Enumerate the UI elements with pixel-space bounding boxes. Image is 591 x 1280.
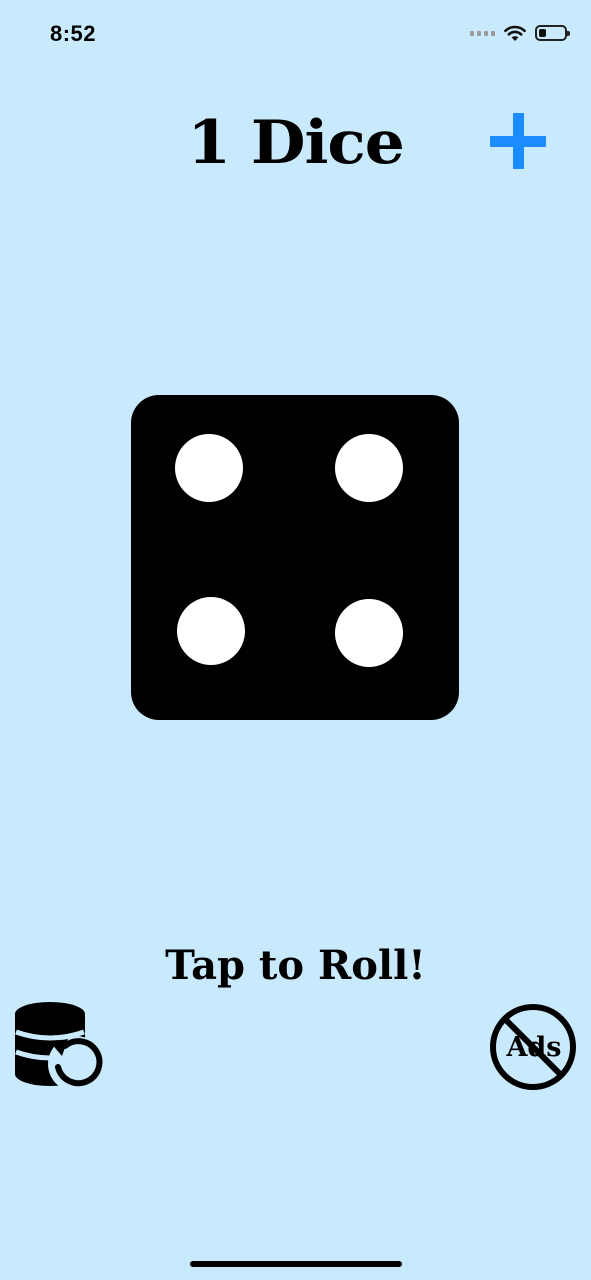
status-bar: 8:52 bbox=[0, 0, 591, 72]
remove-ads-button[interactable]: Ads bbox=[488, 1002, 578, 1092]
wifi-icon bbox=[504, 25, 526, 41]
no-ads-icon: Ads bbox=[490, 1004, 576, 1090]
die-pip bbox=[335, 434, 403, 502]
die-pip bbox=[335, 599, 403, 667]
die[interactable] bbox=[131, 395, 459, 720]
die-pip bbox=[177, 597, 245, 665]
die-pip bbox=[175, 434, 243, 502]
tap-to-roll-label: Tap to Roll! bbox=[165, 942, 426, 989]
no-ads-label: Ads bbox=[505, 1032, 561, 1063]
battery-level bbox=[539, 29, 546, 37]
status-icons bbox=[470, 24, 570, 42]
add-dice-button[interactable] bbox=[490, 113, 546, 169]
history-restore-icon bbox=[15, 1002, 104, 1092]
battery-icon bbox=[535, 25, 570, 41]
history-button[interactable] bbox=[12, 1000, 104, 1092]
home-indicator[interactable] bbox=[190, 1261, 402, 1267]
status-time: 8:52 bbox=[50, 21, 97, 46]
cellular-signal-icon bbox=[470, 30, 495, 36]
